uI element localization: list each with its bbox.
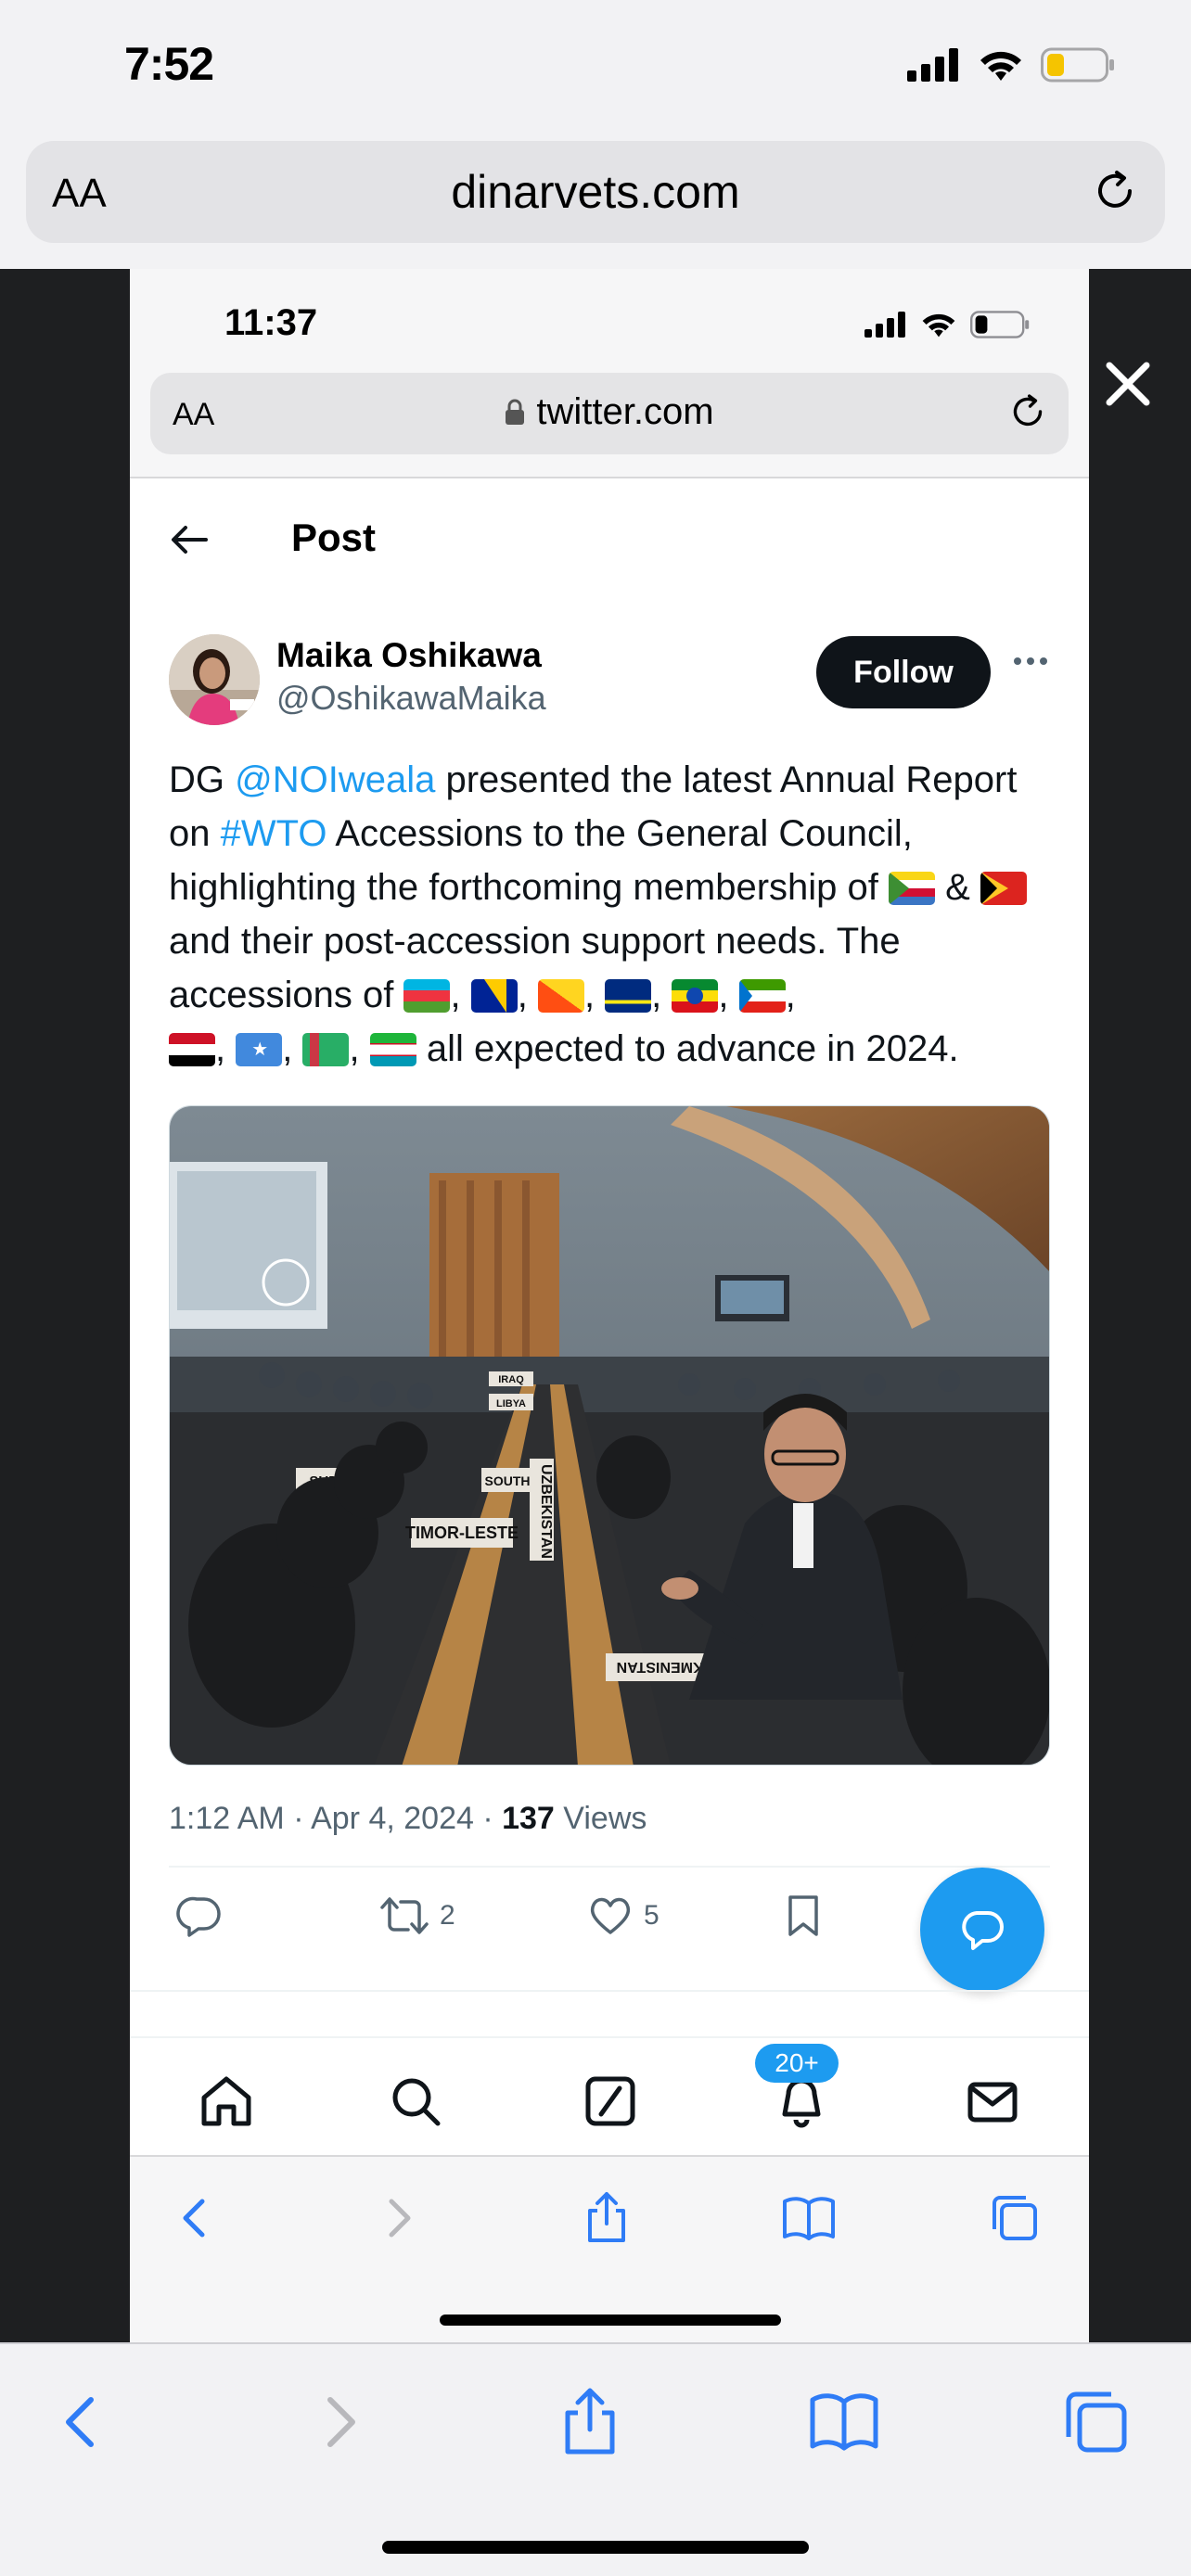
bookmark-icon bbox=[788, 1895, 818, 1936]
mention-link[interactable]: @NOIweala bbox=[235, 759, 435, 800]
inner-url-text: twitter.com bbox=[536, 391, 714, 432]
share-icon[interactable] bbox=[579, 2190, 634, 2246]
outer-url-text[interactable]: dinarvets.com bbox=[26, 165, 1165, 219]
back-arrow-icon[interactable] bbox=[169, 519, 210, 560]
reply-button[interactable] bbox=[176, 1892, 224, 1940]
messages-icon[interactable] bbox=[963, 2072, 1022, 2131]
compose-message-button[interactable] bbox=[920, 1868, 1044, 1992]
curacao-flag-icon bbox=[605, 979, 652, 1013]
forward-icon[interactable] bbox=[302, 2385, 377, 2459]
inner-status-bar: 11:37 bbox=[130, 269, 1089, 371]
reply-icon bbox=[176, 1896, 221, 1937]
placard-iraq: IRAQ bbox=[498, 1374, 524, 1385]
retweet-count: 2 bbox=[440, 1900, 455, 1931]
wifi-icon bbox=[922, 313, 955, 338]
author-photo bbox=[169, 634, 260, 725]
separator-dot: · bbox=[284, 1801, 312, 1836]
outer-address-bar[interactable]: AA dinarvets.com bbox=[26, 141, 1165, 243]
bosnia-flag-icon bbox=[470, 979, 518, 1013]
inner-reload-icon[interactable] bbox=[1007, 391, 1048, 432]
home-icon[interactable] bbox=[197, 2072, 256, 2131]
like-count: 5 bbox=[644, 1900, 660, 1931]
uzbekistan-flag-icon bbox=[369, 1033, 416, 1066]
outer-status-bar: 7:52 bbox=[0, 0, 1191, 139]
wifi-icon bbox=[980, 51, 1021, 81]
divider bbox=[130, 1990, 1089, 1992]
cellular-signal-icon bbox=[864, 312, 905, 338]
outer-status-icons bbox=[907, 46, 1115, 83]
battery-icon bbox=[1041, 47, 1114, 83]
bookmarks-icon[interactable] bbox=[807, 2385, 881, 2459]
iraq-flag-icon bbox=[169, 1033, 215, 1066]
placard-libya: LIBYA bbox=[496, 1398, 526, 1409]
bottom-nav: 20+ bbox=[130, 2036, 1089, 2155]
author-name[interactable]: Maika Oshikawa bbox=[276, 636, 542, 675]
comoros-flag-icon bbox=[888, 872, 935, 905]
retweet-button[interactable]: 2 bbox=[378, 1892, 455, 1940]
author-handle[interactable]: @OshikawaMaika bbox=[276, 679, 546, 718]
embedded-screenshot: 11:37 AA twitter.com Post Maika Oshikawa… bbox=[130, 269, 1089, 2342]
views-label: Views bbox=[563, 1801, 647, 1836]
placard-uzbekistan: UZBEKISTAN bbox=[538, 1464, 554, 1559]
close-icon[interactable] bbox=[1100, 356, 1156, 412]
separator-dot: · bbox=[473, 1801, 503, 1836]
lock-icon bbox=[506, 399, 525, 425]
outer-reload-icon[interactable] bbox=[1091, 167, 1139, 215]
message-plus-icon bbox=[962, 1911, 1004, 1950]
post-timestamp[interactable]: 1:12 AM · Apr 4, 2024 · 137 Views bbox=[169, 1801, 647, 1837]
divider bbox=[169, 1866, 1050, 1868]
avatar[interactable] bbox=[169, 634, 260, 725]
post-date: Apr 4, 2024 bbox=[311, 1801, 474, 1836]
somalia-flag-icon: ★ bbox=[236, 1033, 283, 1066]
bookmark-button[interactable] bbox=[781, 1892, 826, 1940]
back-icon[interactable] bbox=[167, 2190, 223, 2246]
tweet-text-part: & bbox=[934, 867, 980, 908]
inner-address-bar[interactable]: AA twitter.com bbox=[150, 373, 1069, 454]
more-options-icon[interactable] bbox=[1007, 638, 1054, 684]
grok-icon[interactable] bbox=[581, 2072, 640, 2131]
conference-room-photo: TIMOR-LESTE SUDAN SOUTH LIBYA IRAQ UZBEK… bbox=[170, 1106, 1049, 1765]
forward-icon[interactable] bbox=[371, 2190, 427, 2246]
post-time: 1:12 AM bbox=[169, 1801, 285, 1836]
retweet-icon bbox=[380, 1897, 429, 1934]
inner-home-indicator bbox=[440, 2315, 781, 2326]
home-indicator bbox=[382, 2541, 809, 2554]
page-title: Post bbox=[291, 516, 377, 559]
inner-address-bar-area: AA twitter.com bbox=[130, 371, 1089, 478]
tabs-icon[interactable] bbox=[987, 2190, 1043, 2246]
tabs-icon[interactable] bbox=[1059, 2385, 1133, 2459]
outer-clock: 7:52 bbox=[124, 38, 214, 90]
placard-south: SOUTH bbox=[485, 1473, 531, 1488]
views-count: 137 bbox=[502, 1801, 555, 1836]
heart-icon bbox=[590, 1897, 631, 1934]
hashtag-link[interactable]: #WTO bbox=[221, 813, 327, 854]
follow-button[interactable]: Follow bbox=[816, 636, 991, 708]
back-icon[interactable] bbox=[45, 2385, 119, 2459]
turkmenistan-flag-icon bbox=[302, 1033, 350, 1066]
post-actions: 2 5 bbox=[169, 1869, 1050, 1953]
timor-leste-flag-icon bbox=[980, 872, 1027, 905]
tweet-text-part: all expected to advance in 2024. bbox=[416, 1028, 959, 1069]
battery-icon bbox=[970, 311, 1030, 338]
notifications-badge: 20+ bbox=[755, 2044, 839, 2083]
azerbaijan-flag-icon bbox=[403, 979, 451, 1013]
search-icon[interactable] bbox=[386, 2072, 445, 2131]
share-icon[interactable] bbox=[553, 2385, 627, 2459]
inner-status-icons bbox=[864, 310, 1030, 339]
cellular-signal-icon bbox=[907, 48, 958, 82]
inner-url[interactable]: twitter.com bbox=[150, 391, 1069, 433]
bookmarks-icon[interactable] bbox=[781, 2190, 837, 2246]
bhutan-flag-icon bbox=[537, 979, 584, 1013]
equatorial-guinea-flag-icon bbox=[738, 979, 786, 1013]
tweet-text-part: DG bbox=[169, 759, 236, 800]
tweet-photo[interactable]: TIMOR-LESTE SUDAN SOUTH LIBYA IRAQ UZBEK… bbox=[169, 1105, 1050, 1766]
ethiopia-flag-icon bbox=[672, 979, 719, 1013]
placard-timor-leste: TIMOR-LESTE bbox=[405, 1524, 519, 1542]
tweet-text-part: and their post-accession support needs. … bbox=[169, 921, 901, 1015]
tweet-text: DG @NOIweala presented the latest Annual… bbox=[169, 753, 1059, 1076]
inner-clock: 11:37 bbox=[224, 302, 318, 343]
like-button[interactable]: 5 bbox=[586, 1892, 660, 1940]
post-header: Post bbox=[130, 480, 1089, 601]
